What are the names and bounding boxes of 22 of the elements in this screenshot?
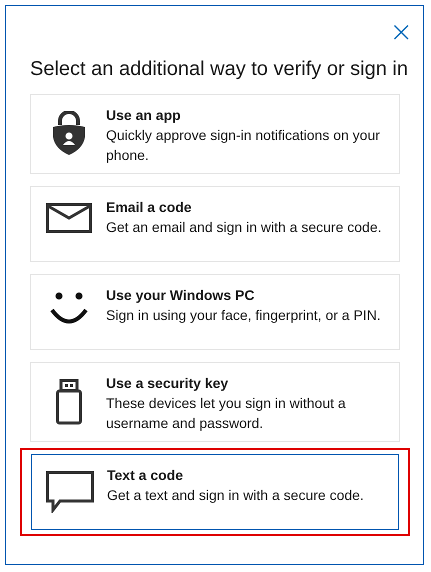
close-button[interactable]: × <box>390 20 413 44</box>
option-title: Text a code <box>107 466 184 485</box>
option-description: Get an email and sign in with a secure code. <box>106 218 382 237</box>
option-description: These devices let you sign in without a username and password. <box>106 394 347 433</box>
option-description: Get a text and sign in with a secure code. <box>107 486 364 505</box>
option-description: Quickly approve sign-in notifications on your phone. <box>106 126 381 165</box>
option-title: Email a code <box>106 198 193 217</box>
lock-shield-icon <box>52 111 84 155</box>
method-option[interactable]: Text a code Get a text and sign in with a secure code. <box>31 454 399 530</box>
method-option[interactable]: Use your Windows PC Sign in using your face, fingerprint, or a PIN. <box>30 274 400 350</box>
option-title: Use an app <box>106 106 182 125</box>
method-option[interactable]: Use a security key These devices let you sign in without a username and password. <box>30 362 400 442</box>
envelope-icon <box>46 203 92 233</box>
speech-bubble-icon <box>46 471 94 513</box>
option-description: Sign in using your face, fingerprint, or a PIN. <box>106 306 381 325</box>
dialog-title: Select an additional way to verify or sign in <box>30 57 409 82</box>
option-title: Use your Windows PC <box>106 286 256 305</box>
method-option[interactable]: Use an app Quickly approve sign-in notifications on your phone. <box>30 94 400 174</box>
method-option[interactable]: Email a code Get an email and sign in with a secure code. <box>30 186 400 262</box>
option-title: Use a security key <box>106 374 230 393</box>
usb-key-icon <box>56 379 82 425</box>
smiley-face-icon <box>48 291 88 325</box>
